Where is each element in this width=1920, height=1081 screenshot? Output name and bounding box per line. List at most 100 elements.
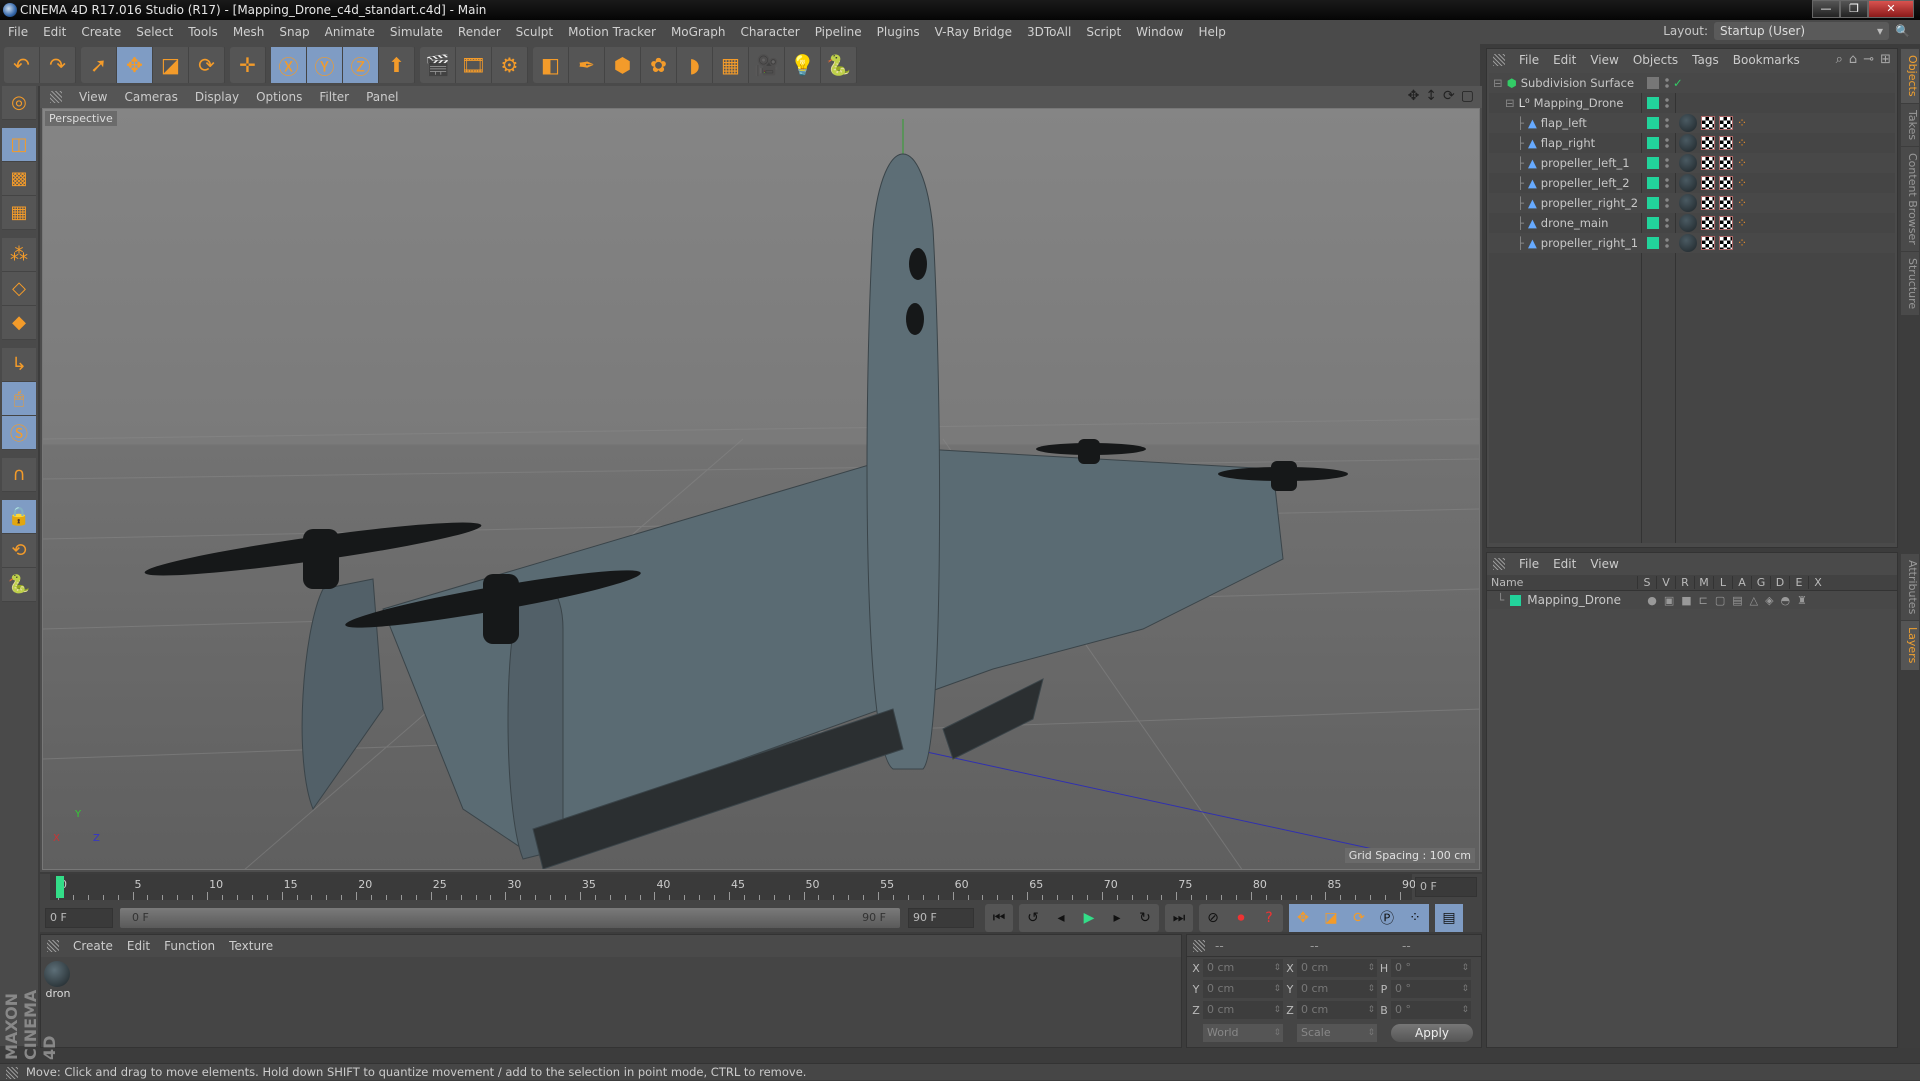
tab-structure[interactable]: Structure: [1901, 251, 1919, 315]
polygons-mode-button[interactable]: ◆: [2, 306, 36, 340]
menu-create[interactable]: Create: [81, 25, 121, 39]
selection-tag-icon[interactable]: ⁘: [1737, 196, 1747, 210]
layer-color-swatch[interactable]: [1647, 197, 1659, 209]
object-row[interactable]: ⊟ ⬢ Subdivision Surface ✓: [1489, 73, 1895, 93]
next-key-button[interactable]: ↻: [1131, 904, 1159, 932]
layer-col-x[interactable]: X: [1808, 576, 1827, 589]
magnet-button[interactable]: ∩: [2, 458, 36, 492]
go-start-button[interactable]: ⏮: [985, 904, 1013, 932]
layer-color-swatch[interactable]: [1510, 594, 1522, 606]
texture-tag-icon[interactable]: [1719, 136, 1733, 150]
material-manager-menu-texture[interactable]: Texture: [229, 939, 273, 953]
menu-edit[interactable]: Edit: [43, 25, 66, 39]
layer-name[interactable]: Mapping_Drone: [1527, 593, 1647, 607]
size-field[interactable]: 0 cm: [1297, 959, 1377, 977]
render-view-button[interactable]: 🎬: [420, 47, 456, 83]
menu-v-ray-bridge[interactable]: V-Ray Bridge: [935, 25, 1012, 39]
menu-select[interactable]: Select: [136, 25, 173, 39]
new-panel-icon[interactable]: ⊞: [1880, 52, 1891, 67]
timeline-ruler[interactable]: 051015202530354045505560657075808590: [50, 874, 1416, 900]
orbit-icon[interactable]: ⟳: [1443, 88, 1455, 104]
object-manager-menu-file[interactable]: File: [1519, 53, 1539, 67]
render-picture-viewer-button[interactable]: 🎞: [456, 47, 492, 83]
viewport-menu-options[interactable]: Options: [256, 90, 302, 104]
x-axis-button[interactable]: Ⓧ: [271, 47, 307, 83]
selection-tag-icon[interactable]: ⁘: [1737, 236, 1747, 250]
home-icon[interactable]: ⌂: [1849, 52, 1857, 67]
object-name[interactable]: propeller_left_2: [1541, 176, 1630, 190]
current-frame-field[interactable]: 0 F: [1415, 877, 1477, 897]
go-end-button[interactable]: ⏭: [1165, 904, 1193, 932]
menu-motion-tracker[interactable]: Motion Tracker: [568, 25, 656, 39]
visibility-dots-icon[interactable]: [1665, 77, 1669, 89]
object-name[interactable]: Mapping_Drone: [1534, 96, 1624, 110]
object-name[interactable]: propeller_left_1: [1541, 156, 1630, 170]
uvw-tag-icon[interactable]: [1701, 136, 1715, 150]
python-button[interactable]: 🐍: [2, 568, 36, 602]
texture-tag-icon[interactable]: [1719, 216, 1733, 230]
object-name[interactable]: Subdivision Surface: [1521, 76, 1634, 90]
scale-button[interactable]: ◪: [153, 47, 189, 83]
camera-button[interactable]: 🎥: [749, 47, 785, 83]
position-field[interactable]: 0 cm: [1203, 980, 1283, 998]
object-row[interactable]: ⊟ L⁰ Mapping_Drone: [1489, 93, 1895, 113]
object-row[interactable]: ├ ▲ flap_right ⁘: [1489, 133, 1895, 153]
menu-mograph[interactable]: MoGraph: [671, 25, 726, 39]
selection-tag-icon[interactable]: ⁘: [1737, 176, 1747, 190]
pan-icon[interactable]: ✥: [1408, 88, 1420, 104]
timeline-button[interactable]: ▤: [1435, 904, 1463, 932]
object-row[interactable]: ├ ▲ propeller_left_2 ⁘: [1489, 173, 1895, 193]
viewport-menu-view[interactable]: View: [79, 90, 107, 104]
object-row[interactable]: ├ ▲ propeller_left_1 ⁘: [1489, 153, 1895, 173]
material-manager-menu-edit[interactable]: Edit: [127, 939, 150, 953]
visibility-dots-icon[interactable]: [1665, 237, 1669, 249]
panel-grip-icon[interactable]: [1193, 939, 1205, 952]
lock-workplane-button[interactable]: 🔒: [2, 500, 36, 534]
play-button[interactable]: ▶: [1075, 904, 1103, 932]
texture-tag-icon[interactable]: [1719, 156, 1733, 170]
redo-button[interactable]: ↷: [40, 47, 76, 83]
workplane-button[interactable]: ▦: [2, 196, 36, 230]
deformer-button[interactable]: ◗: [677, 47, 713, 83]
uvw-tag-icon[interactable]: [1701, 216, 1715, 230]
menu-mesh[interactable]: Mesh: [233, 25, 265, 39]
layer-color-swatch[interactable]: [1647, 77, 1659, 89]
minimize-button[interactable]: —: [1812, 0, 1840, 18]
object-name[interactable]: flap_right: [1541, 136, 1595, 150]
layout-dropdown[interactable]: Startup (User): [1714, 22, 1890, 40]
menu-file[interactable]: File: [8, 25, 28, 39]
layer-col-v[interactable]: V: [1656, 576, 1675, 589]
uvw-tag-icon[interactable]: [1701, 116, 1715, 130]
material-tag-icon[interactable]: [1679, 114, 1697, 132]
coord-transform-dropdown[interactable]: Scale: [1297, 1024, 1377, 1042]
3d-viewport[interactable]: Perspective Y X Z Grid Spacing : 100 cm: [42, 108, 1480, 870]
subdivision-button[interactable]: ⬢: [605, 47, 641, 83]
menu-sculpt[interactable]: Sculpt: [516, 25, 553, 39]
prev-frame-button[interactable]: ◂: [1047, 904, 1075, 932]
object-name[interactable]: drone_main: [1541, 216, 1609, 230]
position-field[interactable]: 0 cm: [1203, 959, 1283, 977]
visibility-dots-icon[interactable]: [1665, 157, 1669, 169]
position-field[interactable]: 0 cm: [1203, 1001, 1283, 1019]
layer-col-e[interactable]: E: [1789, 576, 1808, 589]
visibility-dots-icon[interactable]: [1665, 117, 1669, 129]
tab-layers[interactable]: Layers: [1901, 621, 1919, 670]
menu-snap[interactable]: Snap: [279, 25, 309, 39]
texture-tag-icon[interactable]: [1719, 116, 1733, 130]
layer-col-d[interactable]: D: [1770, 576, 1789, 589]
workplane-rotate-button[interactable]: ⟲: [2, 534, 36, 568]
panel-grip-icon[interactable]: [50, 91, 62, 103]
layer-toggle-icons[interactable]: ●▣■⊏▢▤△◈◓♜: [1647, 594, 1814, 607]
tab-objects[interactable]: Objects: [1901, 49, 1919, 103]
visibility-dots-icon[interactable]: [1665, 97, 1669, 109]
object-manager-menu-tags[interactable]: Tags: [1692, 53, 1719, 67]
material-tag-icon[interactable]: [1679, 154, 1697, 172]
viewport-menu-filter[interactable]: Filter: [319, 90, 349, 104]
object-name[interactable]: flap_left: [1541, 116, 1587, 130]
axis-button[interactable]: ↳: [2, 348, 36, 382]
z-axis-button[interactable]: Ⓩ: [343, 47, 379, 83]
layer-col-a[interactable]: A: [1732, 576, 1751, 589]
uvw-tag-icon[interactable]: [1701, 236, 1715, 250]
tweak-button[interactable]: 🖱: [2, 382, 36, 416]
render-settings-button[interactable]: ⚙: [492, 47, 528, 83]
